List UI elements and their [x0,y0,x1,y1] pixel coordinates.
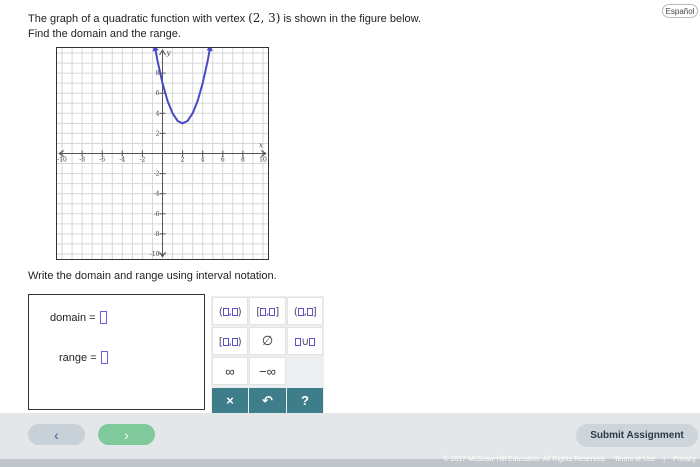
chevron-left-icon: ‹ [54,426,59,443]
undo-icon: ↶ [262,392,273,408]
range-row: range = [59,351,108,364]
domain-label: domain = [50,311,96,324]
chevron-right-icon: › [124,426,129,443]
y-tick-label: 4 [156,110,160,117]
union-icon: ∪ [295,335,315,348]
x-tick-label: 8 [241,157,245,164]
negative-infinity-button[interactable]: −∞ [249,357,286,385]
footer-separator: | [663,456,666,463]
clear-icon: × [226,393,234,408]
closed-closed-interval-button[interactable]: [,] [249,297,286,325]
answer-box: domain = range = [28,294,205,410]
copyright-bar: © 2017 McGraw-Hill Education. All Rights… [0,456,700,467]
open-open-interval-icon: (,) [218,304,242,318]
quadratic-graph: -10 -8 -6 -4 -2 2 4 6 8 10 8 6 4 2 -2 -4 -6 -8 -10 x y [56,47,269,260]
x-tick-label: -2 [139,157,145,164]
question-text-after: is shown in the figure below. [280,13,422,25]
graph-canvas: -10 -8 -6 -4 -2 2 4 6 8 108642-2-4-6-8-10xy [57,48,268,259]
y-tick-label: -4 [154,191,160,198]
negative-infinity-icon: −∞ [259,363,276,379]
y-tick-label: -6 [154,211,160,218]
domain-input[interactable] [99,311,107,324]
question-line-1: The graph of a quadratic function with v… [28,10,421,27]
x-tick-label: -8 [79,157,85,164]
language-toggle-button[interactable]: Español [662,4,698,18]
closed-open-interval-button[interactable]: [,) [212,327,248,355]
closed-open-interval-icon: [,) [218,334,242,348]
x-tick-label: -6 [99,157,105,164]
x-tick-label: 6 [221,157,225,164]
copyright-line: © 2017 McGraw-Hill Education. All Rights… [437,456,696,463]
range-input[interactable] [100,351,108,364]
y-tick-label: 2 [156,130,160,137]
privacy-link[interactable]: Privacy [673,456,696,463]
next-question-button[interactable]: › [98,424,155,445]
previous-question-button[interactable]: ‹ [28,424,85,445]
x-tick-label: 2 [181,157,185,164]
help-icon: ? [301,393,309,408]
vertex-value: (2, 3) [248,11,281,25]
instructions-text: Write the domain and range using interva… [28,270,277,282]
x-tick-label: -10 [57,157,67,164]
y-tick-label: -2 [154,171,160,178]
domain-row: domain = [50,311,107,324]
x-tick-label: 4 [201,157,205,164]
open-open-interval-button[interactable]: (,) [212,297,248,325]
clear-button[interactable]: × [212,388,248,413]
submit-assignment-button[interactable]: Submit Assignment [576,424,698,447]
empty-set-icon: ∅ [261,333,274,348]
closed-closed-interval-icon: [,] [256,304,279,318]
y-tick-label: -10 [150,251,160,258]
union-button[interactable]: ∪ [287,327,323,355]
terms-of-use-link[interactable]: Terms of Use [614,456,655,463]
infinity-icon: ∞ [225,363,235,379]
question-text-before: The graph of a quadratic function with v… [28,13,249,25]
open-closed-interval-icon: (,] [293,304,317,318]
undo-button[interactable]: ↶ [249,388,286,413]
math-keypad: (,) [,] (,] [,) ∅ ∪ ∞ −∞ × ↶ ? [211,296,324,413]
question-line-2: Find the domain and the range. [28,28,181,40]
help-button[interactable]: ? [287,388,323,413]
copyright-text: © 2017 McGraw-Hill Education. All Rights… [443,456,607,463]
x-tick-label: -4 [119,157,125,164]
y-tick-label: 6 [156,90,160,97]
empty-set-button[interactable]: ∅ [249,327,286,355]
infinity-button[interactable]: ∞ [212,357,248,385]
open-closed-interval-button[interactable]: (,] [287,297,323,325]
x-tick-label: 10 [259,157,267,164]
x-axis-label: x [259,141,263,149]
y-tick-label: -8 [154,231,160,238]
range-label: range = [59,351,97,364]
